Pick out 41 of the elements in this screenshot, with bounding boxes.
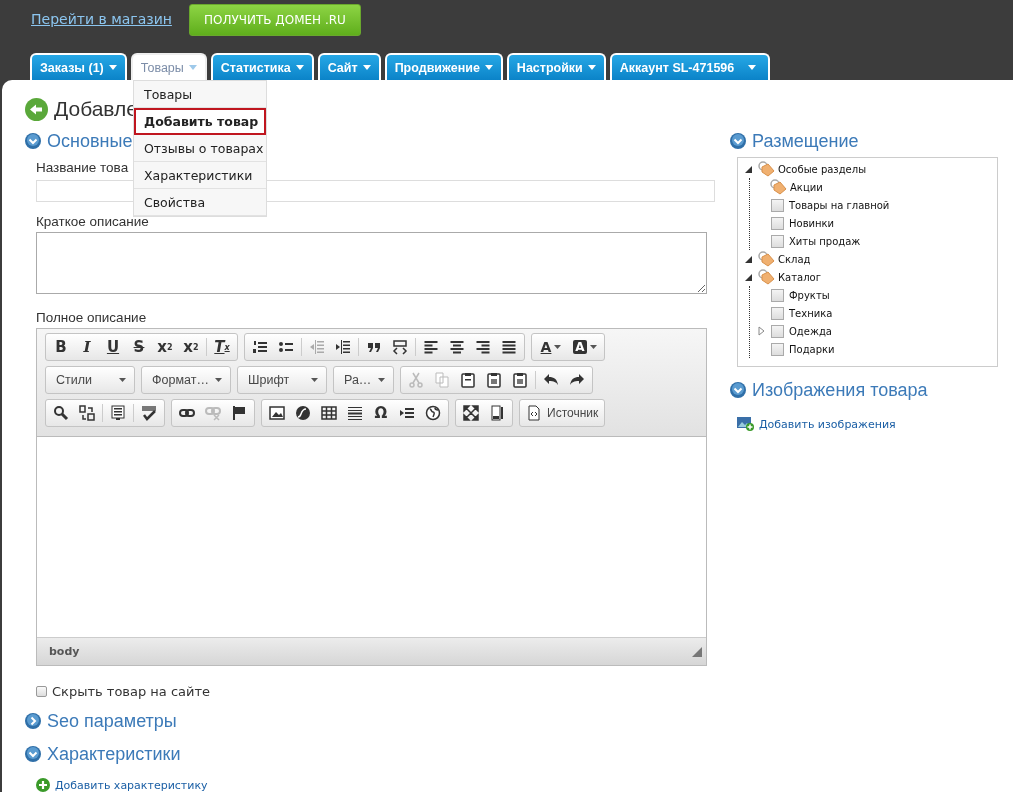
text-color-button[interactable]: A xyxy=(534,335,568,359)
bold-button[interactable]: B xyxy=(48,335,74,359)
menu-item[interactable]: Добавить товар xyxy=(134,108,266,135)
strike-button[interactable]: S xyxy=(126,335,152,359)
menu-item[interactable]: Отзывы о товарах xyxy=(134,135,266,162)
tree-item[interactable]: Особые разделы xyxy=(778,163,867,175)
section-title[interactable]: Изображения товара xyxy=(752,379,928,401)
tree-item[interactable]: Одежда xyxy=(789,325,832,337)
tree-item[interactable]: Товары на главной xyxy=(789,199,890,211)
section-title[interactable]: Размещение xyxy=(752,130,859,152)
add-link[interactable]: Добавить характеристику xyxy=(55,778,208,792)
tree-item[interactable]: Техника xyxy=(789,307,833,319)
section-title[interactable]: Основные xyxy=(47,130,133,152)
special-character-button[interactable]: Ω xyxy=(368,401,394,425)
store-link[interactable]: Перейти в магазин xyxy=(31,11,172,27)
background-color-button[interactable]: A xyxy=(568,335,602,359)
section-title[interactable]: Seo параметры xyxy=(47,710,177,732)
tree-item[interactable]: Каталог xyxy=(778,271,821,283)
underline-button[interactable]: U xyxy=(100,335,126,359)
menu-item[interactable]: Свойства xyxy=(134,189,266,216)
tree-item[interactable]: Хиты продаж xyxy=(789,235,861,247)
element-path[interactable]: body xyxy=(49,645,80,658)
add-link[interactable]: Добавить изображения xyxy=(759,417,896,431)
tree-item[interactable]: Фрукты xyxy=(789,289,830,301)
tree-item[interactable]: Подарки xyxy=(789,343,835,355)
field-label: Краткое описание xyxy=(36,214,149,230)
dropdown[interactable]: Шрифт xyxy=(237,366,327,394)
field-label: Полное описание xyxy=(36,310,147,326)
tree-item[interactable]: Акции xyxy=(790,181,823,193)
checkbox-label: Скрыть товар на сайте xyxy=(52,683,211,699)
field-label: Название това xyxy=(36,160,129,176)
tree-item[interactable]: Новинки xyxy=(789,217,835,229)
menu-item[interactable]: Характеристики xyxy=(134,162,266,189)
italic-button[interactable]: I xyxy=(74,335,100,359)
tree-item[interactable]: Склад xyxy=(778,253,811,265)
dropdown[interactable]: Стили xyxy=(45,366,135,394)
section-title[interactable]: Характеристики xyxy=(47,743,181,765)
source-button[interactable]: Источник xyxy=(519,399,606,427)
dropdown[interactable]: Формат… xyxy=(141,366,231,394)
superscript-button[interactable]: x$^{2}$ xyxy=(178,335,204,359)
dropdown[interactable]: Ра… xyxy=(333,366,394,394)
